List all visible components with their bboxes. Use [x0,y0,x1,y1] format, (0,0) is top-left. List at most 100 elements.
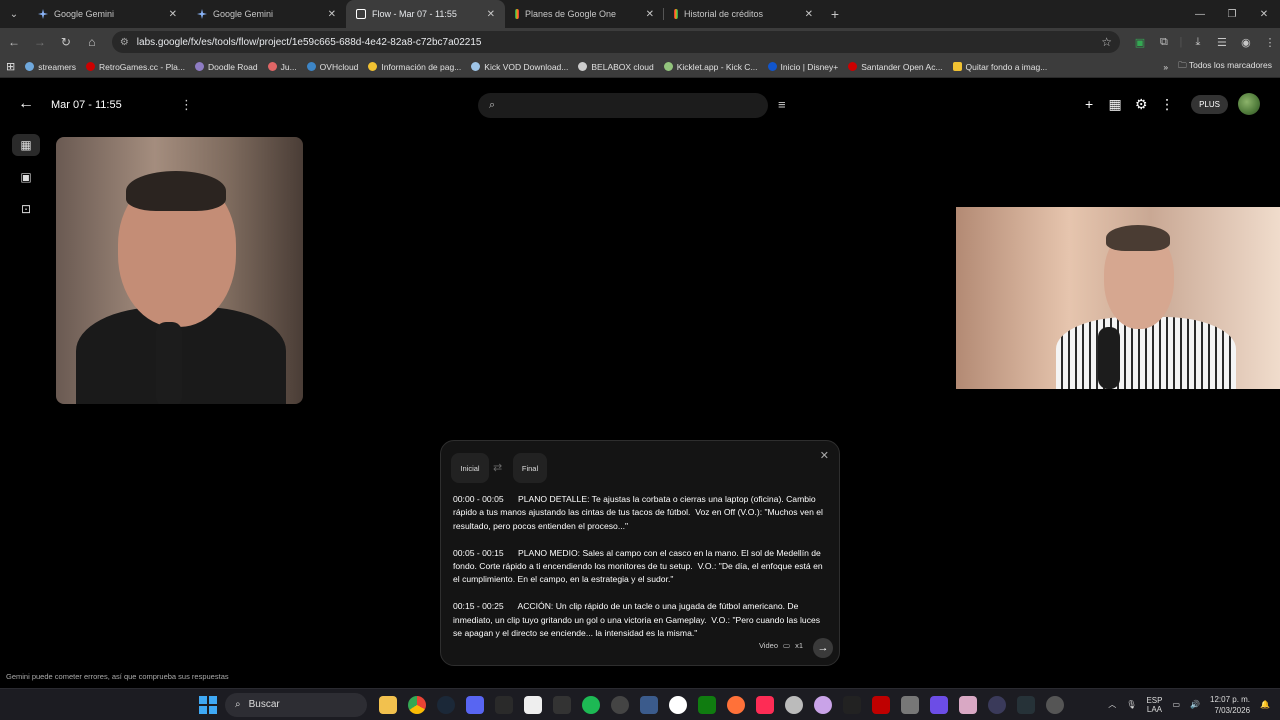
app-icon[interactable] [959,695,977,714]
bookmark-info-pago[interactable]: Información de pag... [368,62,461,72]
prompt-textarea[interactable]: 00:00 - 00:05 PLANO DETALLE: Te ajustas … [453,493,825,654]
images-icon[interactable]: ▣ [12,166,40,188]
bookmark-favicon-icon [267,62,277,71]
search-input[interactable]: ⌕ [478,93,768,118]
close-tab-icon[interactable]: ✕ [328,9,336,20]
calendar-icon[interactable] [930,695,948,714]
network-icon[interactable]: ▭ [1172,700,1180,709]
filter-icon[interactable]: ≡ [778,97,786,112]
media-app-icon[interactable] [640,695,658,714]
folder-icon[interactable]: ⊡ [12,198,40,220]
more-bookmarks-chevron-icon[interactable]: » [1163,62,1168,72]
minimize-icon[interactable]: — [1184,0,1216,28]
filezilla-icon[interactable] [872,695,890,714]
tab-gemini-2[interactable]: Google Gemini ✕ [187,0,346,28]
extension-green-icon[interactable]: ▣ [1130,32,1150,52]
xbox-icon[interactable] [698,695,716,714]
chrome-icon[interactable] [408,695,426,714]
add-icon[interactable]: + [1081,96,1097,112]
language-indicator[interactable]: ESP LAA [1146,696,1162,714]
close-tab-icon[interactable]: ✕ [646,9,654,20]
all-bookmarks-folder[interactable]: 🗀 Todos los marcadores [1178,60,1272,74]
profile-avatar-icon[interactable]: ◉ [1236,32,1256,52]
avatar[interactable] [1238,93,1260,115]
swap-frames-icon[interactable]: ⇄ [493,461,502,474]
tab-google-one[interactable]: Planes de Google One ✕ [505,0,664,28]
reading-list-icon[interactable]: ☰ [1212,32,1232,52]
grid-view-icon[interactable]: ▦ [12,134,40,156]
tab-flow[interactable]: Flow - Mar 07 - 11:55 ✕ [346,0,505,28]
output-settings-button[interactable]: Video ▭ x1 [759,635,803,655]
microphone-icon[interactable]: 🎙 [1126,700,1136,709]
taskbar-search-input[interactable]: ⌕ Buscar [225,692,367,717]
bookmark-streamers[interactable]: streamers [25,62,76,72]
spotify-icon[interactable] [582,695,600,714]
send-button[interactable]: → [813,638,833,658]
bookmark-kick-vod[interactable]: Kick VOD Download... [471,62,568,72]
restore-icon[interactable]: ❐ [1216,0,1248,28]
bookmark-quitar-fondo[interactable]: Quitar fondo a imag... [952,62,1047,72]
reload-icon[interactable]: ↻ [54,30,78,54]
apps-grid-icon[interactable]: ⊞ [6,60,15,73]
url-field[interactable]: ⚙ labs.google/fx/es/tools/flow/project/1… [111,31,1120,53]
epic-games-icon[interactable] [553,695,571,714]
app-icon[interactable] [1046,695,1064,714]
tab-search-chevron-icon[interactable]: ⌄ [0,0,28,28]
browser-menu-icon[interactable]: ⋮ [1260,32,1280,52]
bookmark-retrogames[interactable]: RetroGames.cc - Pla... [86,62,185,72]
prompt-panel: Inicial ⇄ Final ✕ 00:00 - 00:05 PLANO DE… [440,440,840,666]
more-menu-icon[interactable]: ⋮ [1159,96,1175,112]
google-app-icon[interactable] [669,695,687,714]
bookmark-doodle-road[interactable]: Doodle Road [194,62,258,72]
close-tab-icon[interactable]: ✕ [487,9,495,20]
plan-badge[interactable]: PLUS [1191,94,1228,114]
obs-icon[interactable] [785,695,803,714]
tab-gemini-1[interactable]: Google Gemini ✕ [28,0,187,28]
tiktok-icon[interactable] [756,695,774,714]
firefox-icon[interactable] [727,695,745,714]
notification-bell-icon[interactable]: 🔔 [1260,700,1270,709]
bookmark-belabox[interactable]: BELABOX cloud [578,62,654,72]
file-explorer-icon[interactable] [379,695,397,714]
app-icon[interactable] [988,695,1006,714]
tab-credit-history[interactable]: Historial de créditos ✕ [664,0,823,28]
settings-gear-icon[interactable]: ⚙ [1133,96,1149,112]
itunes-icon[interactable] [814,695,832,714]
volume-icon[interactable]: 🔊 [1190,700,1200,709]
forward-arrow-icon[interactable]: → [28,30,52,54]
bookmark-star-icon[interactable]: ☆ [1101,35,1112,49]
back-arrow-icon[interactable]: ← [2,30,26,54]
windows-start-icon[interactable] [199,695,217,714]
app-icon[interactable] [1017,695,1035,714]
site-settings-icon[interactable]: ⚙ [120,37,129,48]
bookmark-ju[interactable]: Ju... [267,62,297,72]
capcut-icon[interactable] [524,695,542,714]
project-title[interactable]: Mar 07 - 11:55 [51,99,122,111]
end-frame-button[interactable]: Final [513,453,547,483]
app-icon[interactable] [901,695,919,714]
new-tab-button[interactable]: + [823,0,847,28]
bookmark-disney[interactable]: Inicio | Disney+ [767,62,838,72]
terminal-icon[interactable] [495,695,513,714]
flow-favicon-icon [356,9,366,19]
close-tab-icon[interactable]: ✕ [805,9,813,20]
back-arrow-icon[interactable]: ← [18,95,34,113]
bookmark-kicklet[interactable]: Kicklet.app - Kick C... [663,62,758,72]
bookmark-santander[interactable]: Santander Open Ac... [848,62,943,72]
clock[interactable]: 12:07 p. m. 7/03/2026 [1210,694,1250,716]
4k-downloader-icon[interactable] [611,695,629,714]
bookmark-ovhcloud[interactable]: OVHcloud [306,62,358,72]
tray-chevron-icon[interactable]: ︿ [1108,699,1116,710]
close-window-icon[interactable]: ✕ [1248,0,1280,28]
app-icon[interactable] [843,695,861,714]
project-menu-icon[interactable]: ⋮ [180,97,193,113]
steam-icon[interactable] [437,695,455,714]
start-frame-button[interactable]: Inicial [451,453,489,483]
close-tab-icon[interactable]: ✕ [169,9,177,20]
discord-icon[interactable] [466,695,484,714]
close-icon[interactable]: ✕ [820,449,829,462]
scenebuilder-film-icon[interactable]: ▦ [1107,96,1123,112]
home-icon[interactable]: ⌂ [80,30,104,54]
download-icon[interactable]: ⤓ [1188,32,1208,52]
extensions-puzzle-icon[interactable]: ⧉ [1154,32,1174,52]
